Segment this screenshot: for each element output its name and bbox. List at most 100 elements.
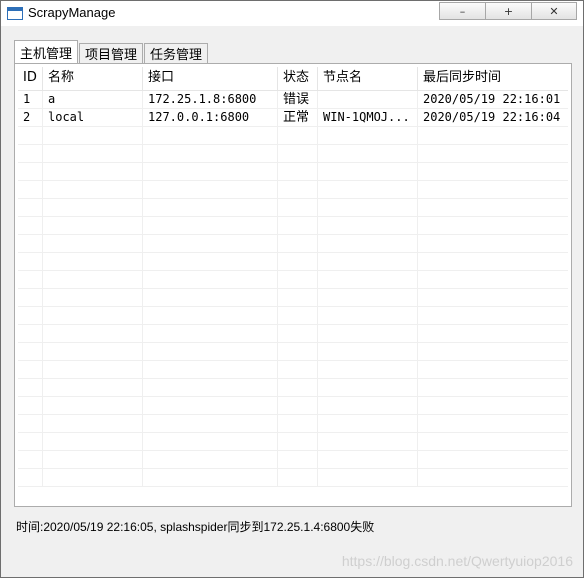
empty-table-row xyxy=(18,361,568,379)
empty-cell xyxy=(143,361,278,379)
empty-cell xyxy=(18,235,43,253)
empty-cell xyxy=(143,469,278,487)
empty-cell xyxy=(143,325,278,343)
column-header-name[interactable]: 名称 xyxy=(43,67,143,91)
empty-cell xyxy=(43,253,143,271)
empty-cell xyxy=(278,469,318,487)
empty-cell xyxy=(18,289,43,307)
empty-cell xyxy=(318,181,418,199)
empty-cell xyxy=(18,325,43,343)
empty-cell xyxy=(143,199,278,217)
empty-cell xyxy=(418,361,568,379)
empty-table-row xyxy=(18,379,568,397)
minimize-button[interactable]: – xyxy=(439,2,486,20)
empty-cell xyxy=(278,181,318,199)
maximize-button[interactable]: + xyxy=(485,2,532,20)
table-row[interactable]: 1 a 172.25.1.8:6800 错误 2020/05/19 22:16:… xyxy=(18,91,568,109)
main-window: ScrapyManage – + ✕ 主机管理 项目管理 任务管理 ID 名称 … xyxy=(0,0,584,578)
empty-cell xyxy=(143,397,278,415)
empty-cell xyxy=(18,181,43,199)
empty-cell xyxy=(278,307,318,325)
empty-cell xyxy=(418,451,568,469)
column-header-id[interactable]: ID xyxy=(18,67,43,91)
empty-cell xyxy=(18,271,43,289)
empty-cell xyxy=(418,289,568,307)
empty-cell xyxy=(318,235,418,253)
empty-cell xyxy=(18,379,43,397)
empty-table-row xyxy=(18,451,568,469)
close-button[interactable]: ✕ xyxy=(531,2,577,20)
empty-cell xyxy=(278,397,318,415)
empty-cell xyxy=(418,325,568,343)
empty-cell xyxy=(18,451,43,469)
empty-cell xyxy=(318,127,418,145)
empty-cell xyxy=(318,145,418,163)
cell-status: 错误 xyxy=(278,91,318,109)
empty-cell xyxy=(143,145,278,163)
cell-interface: 127.0.0.1:6800 xyxy=(143,109,278,127)
empty-table-row xyxy=(18,325,568,343)
table-body: 1 a 172.25.1.8:6800 错误 2020/05/19 22:16:… xyxy=(18,91,568,487)
empty-cell xyxy=(43,163,143,181)
empty-cell xyxy=(418,397,568,415)
empty-cell xyxy=(18,307,43,325)
column-header-last-sync[interactable]: 最后同步时间 xyxy=(418,67,568,91)
empty-cell xyxy=(318,271,418,289)
empty-cell xyxy=(43,469,143,487)
column-header-status[interactable]: 状态 xyxy=(278,67,318,91)
cell-id: 2 xyxy=(18,109,43,127)
empty-cell xyxy=(278,289,318,307)
empty-cell xyxy=(418,145,568,163)
empty-table-row xyxy=(18,127,568,145)
table-row[interactable]: 2 local 127.0.0.1:6800 正常 WIN-1QMOJ... 2… xyxy=(18,109,568,127)
empty-cell xyxy=(318,307,418,325)
empty-table-row xyxy=(18,397,568,415)
empty-cell xyxy=(18,127,43,145)
empty-cell xyxy=(143,379,278,397)
empty-cell xyxy=(143,415,278,433)
empty-cell xyxy=(43,181,143,199)
cell-node-name: WIN-1QMOJ... xyxy=(318,109,418,127)
cell-interface: 172.25.1.8:6800 xyxy=(143,91,278,109)
empty-table-row xyxy=(18,181,568,199)
empty-cell xyxy=(278,415,318,433)
empty-cell xyxy=(278,163,318,181)
tab-task-management[interactable]: 任务管理 xyxy=(144,43,209,63)
empty-table-row xyxy=(18,253,568,271)
empty-cell xyxy=(143,163,278,181)
empty-cell xyxy=(43,217,143,235)
empty-cell xyxy=(43,343,143,361)
empty-cell xyxy=(318,163,418,181)
empty-cell xyxy=(318,253,418,271)
window-title: ScrapyManage xyxy=(28,5,116,20)
empty-cell xyxy=(318,289,418,307)
title-bar[interactable]: ScrapyManage – + ✕ xyxy=(1,1,583,26)
tab-host-management[interactable]: 主机管理 xyxy=(14,40,79,63)
host-table[interactable]: ID 名称 接口 状态 节点名 最后同步时间 1 a 172.25.1.8:68… xyxy=(18,67,568,503)
empty-cell xyxy=(43,289,143,307)
empty-cell xyxy=(418,343,568,361)
empty-cell xyxy=(18,469,43,487)
empty-cell xyxy=(318,451,418,469)
tab-project-management[interactable]: 项目管理 xyxy=(79,43,144,63)
empty-cell xyxy=(418,199,568,217)
column-header-interface[interactable]: 接口 xyxy=(143,67,278,91)
empty-cell xyxy=(278,217,318,235)
empty-cell xyxy=(318,343,418,361)
empty-cell xyxy=(418,181,568,199)
empty-table-row xyxy=(18,271,568,289)
empty-cell xyxy=(318,433,418,451)
empty-cell xyxy=(43,433,143,451)
empty-cell xyxy=(43,451,143,469)
empty-table-row xyxy=(18,415,568,433)
empty-cell xyxy=(143,217,278,235)
cell-id: 1 xyxy=(18,91,43,109)
empty-cell xyxy=(418,235,568,253)
column-header-node-name[interactable]: 节点名 xyxy=(318,67,418,91)
empty-cell xyxy=(43,379,143,397)
host-tab-panel: ID 名称 接口 状态 节点名 最后同步时间 1 a 172.25.1.8:68… xyxy=(14,63,572,507)
empty-cell xyxy=(318,325,418,343)
empty-cell xyxy=(18,361,43,379)
empty-table-row xyxy=(18,433,568,451)
window-app-icon xyxy=(7,7,23,20)
